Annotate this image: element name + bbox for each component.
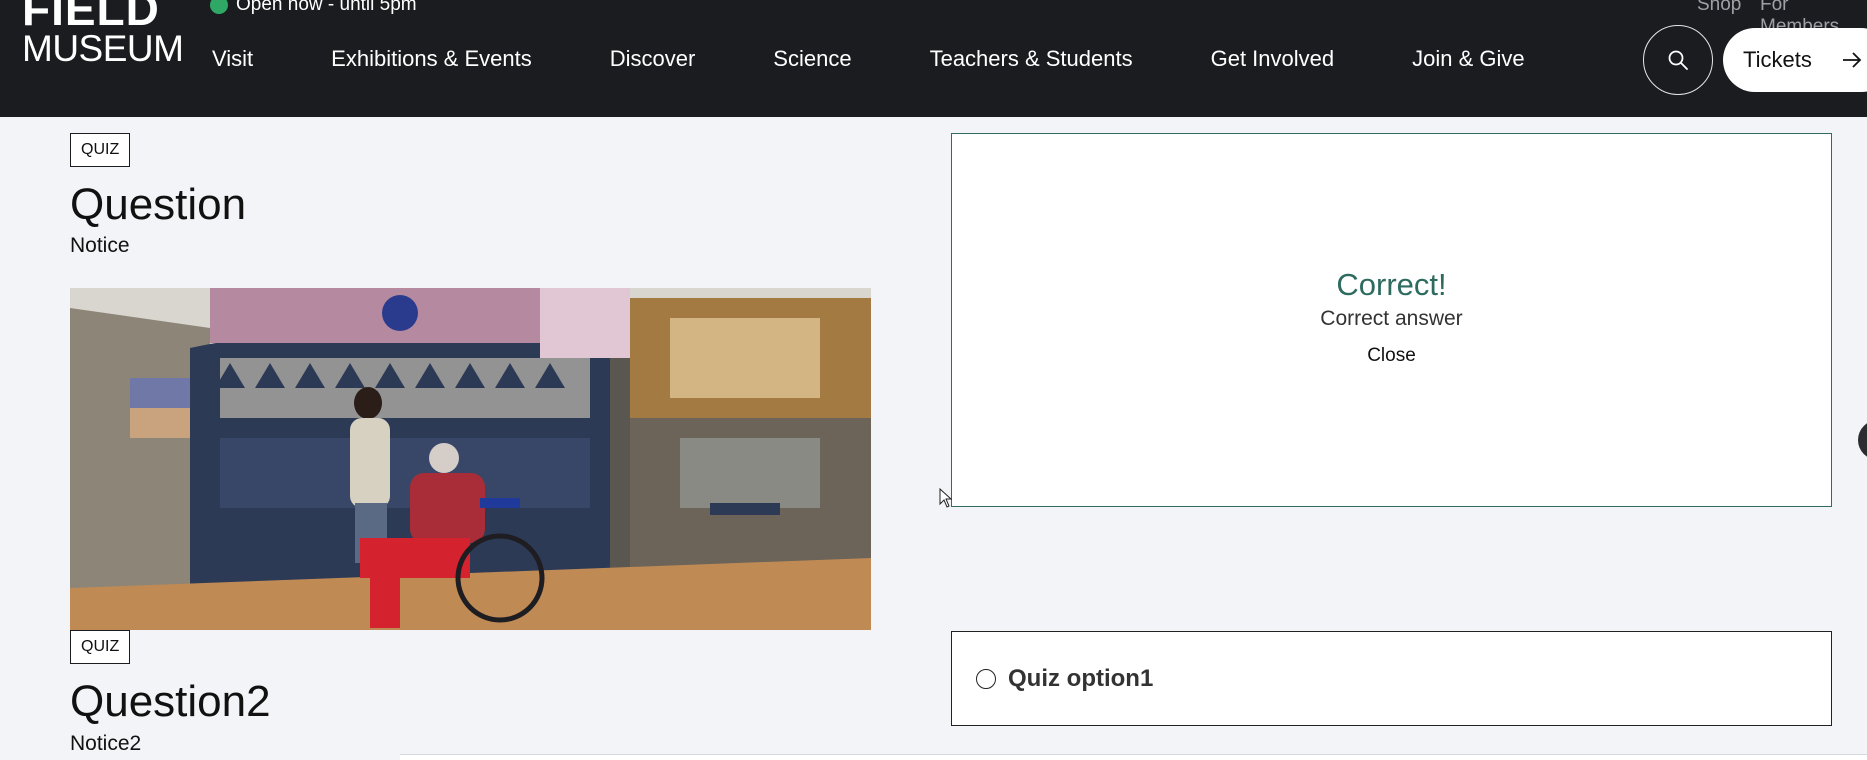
answer-result-panel: Correct! Correct answer Close: [951, 133, 1832, 507]
close-button[interactable]: Close: [1367, 345, 1416, 367]
question-notice-2: Notice2: [70, 732, 142, 755]
bottom-element: [400, 754, 1867, 760]
field-museum-logo[interactable]: FIELD MUSEUM: [22, 0, 184, 69]
hours-status-text: Open now - until 5pm: [236, 0, 417, 15]
nav-discover[interactable]: Discover: [610, 46, 696, 72]
quiz-tag-2: QUIZ: [70, 630, 131, 664]
quiz-tag: QUIZ: [70, 133, 131, 167]
hours-status[interactable]: Open now - until 5pm: [210, 0, 417, 16]
arrow-right-icon: [1842, 52, 1862, 68]
search-button[interactable]: [1643, 25, 1713, 95]
result-title: Correct!: [1336, 267, 1447, 302]
question-title: Question: [70, 180, 247, 229]
option-radio[interactable]: [976, 668, 996, 689]
exhibit-photo: [70, 288, 871, 630]
mouse-cursor-icon: [939, 488, 953, 508]
tickets-label: Tickets: [1743, 47, 1812, 72]
nav-exhibitions-events[interactable]: Exhibitions & Events: [331, 46, 532, 72]
quiz-option[interactable]: Quiz option1: [951, 631, 1832, 726]
site-header: FIELD MUSEUM Open now - until 5pm Shop F…: [0, 0, 1867, 117]
main-nav: Visit Exhibitions & Events Discover Scie…: [212, 46, 1603, 72]
question-title-2: Question2: [70, 677, 271, 726]
scroll-handle[interactable]: [1858, 420, 1867, 460]
question-notice: Notice: [70, 234, 130, 257]
tickets-button[interactable]: Tickets: [1723, 28, 1867, 92]
nav-join-give[interactable]: Join & Give: [1412, 46, 1525, 72]
nav-science[interactable]: Science: [773, 46, 851, 72]
clock-icon: [210, 0, 228, 14]
nav-teachers-students[interactable]: Teachers & Students: [930, 46, 1133, 72]
nav-get-involved[interactable]: Get Involved: [1211, 46, 1335, 72]
nav-visit[interactable]: Visit: [212, 46, 253, 72]
shop-link[interactable]: Shop: [1697, 0, 1741, 16]
search-icon: [1668, 50, 1688, 70]
result-text: Correct answer: [1320, 307, 1463, 330]
option-label: Quiz option1: [1008, 664, 1154, 692]
logo-line-2: MUSEUM: [22, 28, 184, 69]
